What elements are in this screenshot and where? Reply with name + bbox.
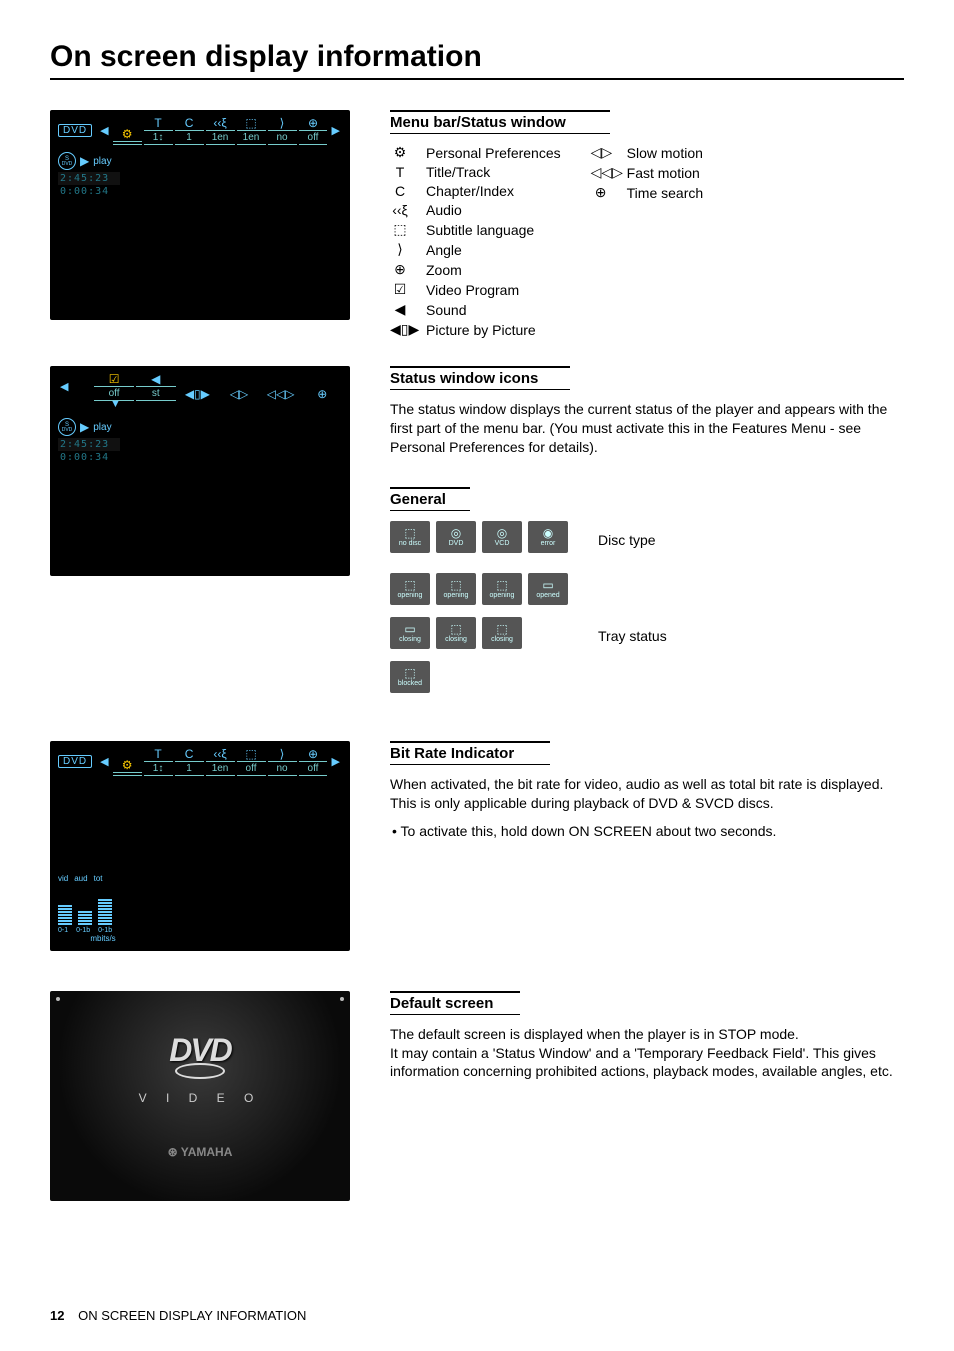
- tray-closing-icon: ▭: [404, 623, 415, 635]
- osd1-icon-4: ⬚: [237, 116, 266, 130]
- osd2-icon-4: ◁◁▷: [261, 387, 301, 401]
- osd1-icon-1: T: [144, 116, 173, 130]
- osd3-icon-2: C: [175, 747, 204, 761]
- osd1-icon-3: ‹‹ξ: [206, 116, 235, 130]
- dvd-logo-icon: DVD: [169, 1032, 231, 1069]
- chapter-index-icon: C: [390, 183, 410, 199]
- bitrate-body: When activated, the bit rate for video, …: [390, 775, 904, 813]
- general-heading: General: [390, 487, 470, 511]
- bitrate-vid-label: vid: [58, 874, 68, 883]
- osd1-dvd-label: DVD: [58, 124, 92, 137]
- page-footer: 12 ON SCREEN DISPLAY INFORMATION: [50, 1308, 306, 1323]
- osd1-icon-5: ⟩: [268, 116, 297, 130]
- osd3-icon-3: ‹‹ξ: [206, 747, 235, 761]
- tray-opening-icon: ⬚: [450, 579, 461, 591]
- osd1-icon-6: ⊕: [299, 116, 328, 130]
- disc-icon: SDVD: [58, 152, 76, 170]
- osd2-icon-5: ⊕: [302, 387, 342, 401]
- osd2-icon-2: ◀▯▶: [178, 387, 218, 401]
- disc-type-icons: ⬚no disc ◎DVD ◎VCD ◉error: [390, 521, 568, 553]
- angle-icon: ⟩: [390, 241, 410, 258]
- picture-by-picture-icon: ◀▯▶: [390, 321, 410, 338]
- play-icon: ▶: [80, 154, 89, 168]
- osd2-status-window: SDVD ▶ play 2:45:23 0:00:34: [58, 418, 120, 464]
- page-number: 12: [50, 1308, 64, 1323]
- slow-motion-icon: ◁▷: [591, 144, 611, 161]
- tray-status-label: Tray status: [598, 628, 667, 644]
- tray-opening-icon: ⬚: [496, 579, 507, 591]
- menu-right-arrow-icon: ▶: [329, 124, 341, 137]
- time-search-icon: ⊕: [591, 184, 611, 201]
- osd3-dvd-label: DVD: [58, 755, 92, 768]
- osd3-icon-4: ⬚: [237, 747, 266, 761]
- zoom-icon: ⊕: [390, 261, 410, 278]
- title-track-icon: T: [390, 164, 410, 180]
- tray-blocked-icon: ⬚: [404, 667, 415, 679]
- osd2-play-label: play: [93, 422, 111, 433]
- bitrate-heading: Bit Rate Indicator: [390, 741, 550, 765]
- tray-closing-icon: ⬚: [496, 623, 507, 635]
- osd-screenshot-menubar-1: DVD ◀ ⚙ T1↕ C1 ‹‹ξ1en ⬚1en ⟩no ⊕off ▶ SD…: [50, 110, 350, 320]
- bitrate-tot-label: tot: [94, 874, 103, 883]
- error-disc-icon: ◉: [543, 527, 553, 539]
- vcd-disc-icon: ◎: [497, 527, 507, 539]
- osd2-icon-3: ◁▷: [219, 387, 259, 401]
- sound-icon: ◀: [390, 301, 410, 318]
- status-window-heading: Status window icons: [390, 366, 570, 390]
- osd2-time1: 2:45:23: [58, 438, 120, 451]
- menubar-legend-left: ⚙Personal Preferences TTitle/Track CChap…: [390, 144, 561, 338]
- status-window-body: The status window displays the current s…: [390, 400, 904, 457]
- menu-left-arrow-icon: ◀: [98, 124, 110, 137]
- osd1-time1: 2:45:23: [58, 172, 120, 185]
- menu-left-arrow-icon: ◀: [58, 380, 70, 393]
- menubar-heading: Menu bar/Status window: [390, 110, 610, 134]
- page-title: On screen display information: [50, 40, 904, 80]
- prefs-icon: ⚙: [390, 144, 410, 161]
- menu-left-arrow-icon: ◀: [98, 755, 110, 768]
- tray-opened-icon: ▭: [542, 579, 553, 591]
- tray-status-icons: ⬚opening ⬚opening ⬚opening ▭opened ▭clos…: [390, 573, 568, 699]
- menubar-legend-right: ◁▷Slow motion ◁◁▷Fast motion ⊕Time searc…: [591, 144, 704, 338]
- osd3-icon-5: ⟩: [268, 747, 297, 761]
- osd1-time2: 0:00:34: [58, 185, 120, 198]
- osd3-icon-6: ⊕: [299, 747, 328, 761]
- down-arrow-icon: ▼: [110, 398, 121, 410]
- osd-screenshot-menubar-2: ◀ ☑off ◀st ◀▯▶ ◁▷ ◁◁▷ ⊕ ▼ SDVD ▶ play 2:…: [50, 366, 350, 576]
- default-screen-heading: Default screen: [390, 991, 520, 1015]
- default-screen-body: The default screen is displayed when the…: [390, 1025, 904, 1082]
- menu-right-arrow-icon: ▶: [329, 755, 341, 768]
- osd2-icon-0: ☑: [94, 372, 134, 386]
- osd1-icon-2: C: [175, 116, 204, 130]
- osd1-status-window: SDVD ▶ play 2:45:23 0:00:34: [58, 152, 120, 198]
- video-program-icon: ☑: [390, 281, 410, 298]
- footer-section: ON SCREEN DISPLAY INFORMATION: [78, 1308, 306, 1323]
- disc-type-label: Disc type: [598, 532, 656, 548]
- dvd-disc-icon: ◎: [451, 527, 461, 539]
- osd3-icon-1: T: [144, 747, 173, 761]
- bitrate-aud-label: aud: [74, 874, 87, 883]
- osd2-icon-1: ◀: [136, 372, 176, 386]
- audio-icon: ‹‹ξ: [390, 202, 410, 218]
- subtitle-icon: ⬚: [390, 221, 410, 238]
- video-text: V I D E O: [139, 1091, 262, 1105]
- bitrate-graph: vid aud tot 0-1 0-1b 0-1b mbits/s: [58, 874, 148, 943]
- play-icon: ▶: [80, 420, 89, 434]
- bitrate-unit-label: mbits/s: [58, 934, 148, 943]
- osd2-time2: 0:00:34: [58, 451, 120, 464]
- disc-icon: SDVD: [58, 418, 76, 436]
- default-screen-image: DVD V I D E O ⊛ YAMAHA: [50, 991, 350, 1201]
- osd-screenshot-bitrate: DVD ◀ ⚙ T1↕ C1 ‹‹ξ1en ⬚off ⟩no ⊕off ▶ vi…: [50, 741, 350, 951]
- no-disc-icon: ⬚: [404, 527, 415, 539]
- bitrate-bullet: • To activate this, hold down ON SCREEN …: [402, 822, 904, 841]
- tray-closing-icon: ⬚: [450, 623, 461, 635]
- fast-motion-icon: ◁◁▷: [591, 164, 611, 181]
- osd3-icon-0: ⚙: [113, 758, 142, 772]
- osd1-icon-0: ⚙: [113, 127, 142, 141]
- osd1-play-label: play: [93, 156, 111, 167]
- tray-opening-icon: ⬚: [404, 579, 415, 591]
- yamaha-brand: ⊛ YAMAHA: [168, 1145, 233, 1159]
